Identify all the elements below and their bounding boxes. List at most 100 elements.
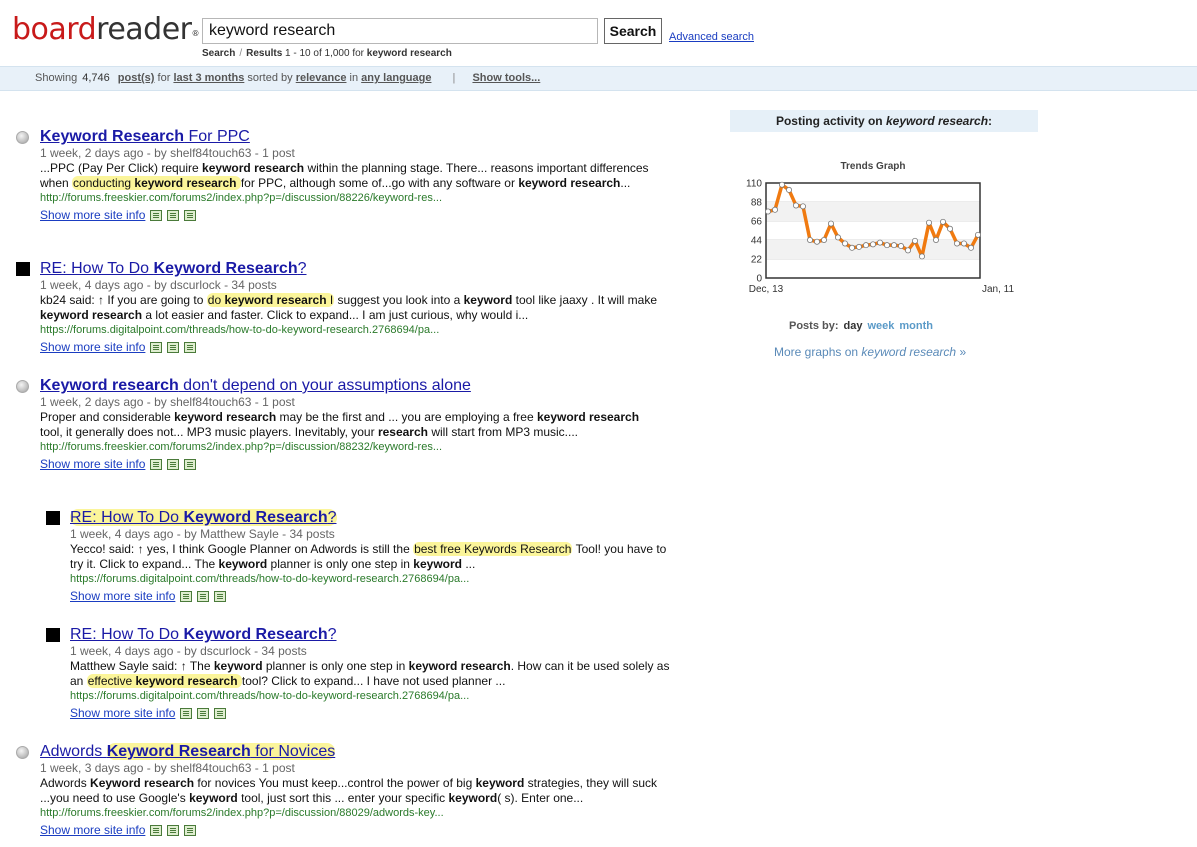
result-bullet-icon (16, 380, 29, 393)
site-info-icon[interactable] (180, 708, 193, 720)
result-url: http://forums.freeskier.com/forums2/inde… (40, 192, 442, 204)
site-info-icon[interactable] (150, 459, 163, 471)
more-graphs-link[interactable]: More graphs on keyword research » (774, 345, 966, 359)
sort-link[interactable]: relevance (296, 72, 347, 84)
site-info-icon[interactable] (150, 210, 163, 222)
result-title-link[interactable]: Keyword Research For PPC (40, 127, 700, 146)
data-point (974, 231, 981, 238)
site-links-icon[interactable] (184, 342, 197, 354)
posts-link[interactable]: post(s) (118, 72, 155, 84)
site-info-icon[interactable] (150, 342, 163, 354)
show-more-site-info-link[interactable]: Show more site info (40, 457, 145, 471)
site-links-icon[interactable] (214, 591, 227, 603)
search-input[interactable] (202, 18, 598, 44)
show-more-site-info-link[interactable]: Show more site info (70, 706, 175, 720)
trends-graph: Trends Graph 0 22 44 66 88 110 Dec, 13 Jan, 11 (735, 155, 1015, 305)
result-title-link[interactable]: Adwords Keyword Research for Novices (40, 742, 700, 761)
result-bullet-icon (16, 746, 29, 759)
data-point (911, 237, 918, 244)
show-more-site-info-link[interactable]: Show more site info (40, 340, 145, 354)
site-links-icon[interactable] (184, 825, 197, 837)
result-snippet: Yecco! said: ↑ yes, I think Google Plann… (70, 542, 667, 571)
result-snippet: Matthew Sayle said: ↑ The keyword planne… (70, 659, 670, 688)
result-title-link[interactable]: RE: How To Do Keyword Research? (40, 259, 700, 278)
result-url: https://forums.digitalpoint.com/threads/… (40, 324, 440, 336)
data-point (828, 220, 835, 227)
data-point (925, 219, 932, 226)
trends-graph-svg: Trends Graph 0 22 44 66 88 110 Dec, 13 Jan, 11 (746, 161, 1014, 295)
site-links-icon[interactable] (184, 459, 197, 471)
data-point (779, 181, 786, 188)
data-point (890, 242, 897, 249)
site-stats-icon[interactable] (167, 825, 180, 837)
search-result: Adwords Keyword Research for Novices 1 w… (40, 742, 700, 838)
data-point (960, 240, 967, 247)
search-result-nested: RE: How To Do Keyword Research? 1 week, … (70, 508, 730, 604)
show-more-site-info-link[interactable]: Show more site info (70, 589, 175, 603)
language-link[interactable]: any language (361, 72, 431, 84)
posts-by-month[interactable]: month (899, 320, 933, 332)
data-point (786, 186, 793, 193)
site-links-icon[interactable] (214, 708, 227, 720)
data-point (772, 206, 779, 213)
show-more-site-info-link[interactable]: Show more site info (40, 823, 145, 837)
data-point (814, 238, 821, 245)
site-info-icon[interactable] (150, 825, 163, 837)
data-point (939, 218, 946, 225)
result-meta: 1 week, 2 days ago - by shelf84touch63 -… (40, 395, 295, 409)
site-stats-icon[interactable] (167, 459, 180, 471)
site-links-icon[interactable] (184, 210, 197, 222)
result-snippet: ...PPC (Pay Per Click) require keyword r… (40, 161, 649, 190)
date-range-link[interactable]: last 3 months (173, 72, 244, 84)
data-point (856, 243, 863, 250)
data-point (953, 240, 960, 247)
result-meta: 1 week, 4 days ago - by dscurlock - 34 p… (70, 644, 307, 658)
header: boardreader® Search Advanced search Sear… (0, 0, 1197, 66)
search-result: Keyword Research For PPC 1 week, 2 days … (40, 127, 700, 223)
result-snippet: Adwords Keyword research for novices You… (40, 776, 657, 805)
data-point (932, 237, 939, 244)
site-stats-icon[interactable] (167, 342, 180, 354)
result-title-link[interactable]: RE: How To Do Keyword Research? (70, 625, 730, 644)
posts-by-day[interactable]: day (844, 320, 863, 332)
y-tick-label: 22 (751, 255, 763, 266)
data-point (764, 208, 771, 215)
show-tools-link[interactable]: Show tools... (472, 72, 540, 84)
result-title-link[interactable]: Keyword research don't depend on your as… (40, 376, 700, 395)
result-bullet-icon (46, 511, 60, 525)
y-tick-label: 44 (751, 236, 763, 247)
data-point (904, 247, 911, 254)
search-button[interactable]: Search (604, 18, 662, 44)
posts-by-controls: Posts by: day week month (789, 320, 934, 332)
search-result: Keyword research don't depend on your as… (40, 376, 700, 472)
result-bullet-icon (16, 131, 29, 144)
site-stats-icon[interactable] (197, 708, 210, 720)
y-tick-label: 66 (751, 217, 763, 228)
site-info-icon[interactable] (180, 591, 193, 603)
y-tick-label: 0 (756, 274, 762, 285)
site-stats-icon[interactable] (197, 591, 210, 603)
result-bullet-icon (16, 262, 30, 276)
x-tick-label: Jan, 11 (982, 284, 1014, 295)
posting-activity-header: Posting activity on keyword research: (730, 110, 1038, 132)
result-bullet-icon (46, 628, 60, 642)
post-count: 4,746 (82, 72, 110, 84)
y-tick-label: 110 (746, 179, 762, 190)
show-more-site-info-link[interactable]: Show more site info (40, 208, 145, 222)
result-url: http://forums.freeskier.com/forums2/inde… (40, 441, 442, 453)
result-snippet: kb24 said: ↑ If you are going to do keyw… (40, 293, 658, 322)
boardreader-logo[interactable]: boardreader® (12, 12, 199, 48)
result-meta: 1 week, 2 days ago - by shelf84touch63 -… (40, 146, 295, 160)
posts-by-week[interactable]: week (867, 320, 894, 332)
result-title-link[interactable]: RE: How To Do Keyword Research? (70, 508, 730, 527)
data-point (821, 237, 828, 244)
data-point (793, 202, 800, 209)
data-point (807, 237, 814, 244)
advanced-search-link[interactable]: Advanced search (669, 31, 754, 43)
result-url: https://forums.digitalpoint.com/threads/… (70, 690, 470, 702)
data-point (967, 244, 974, 251)
data-point (897, 243, 904, 250)
site-stats-icon[interactable] (167, 210, 180, 222)
breadcrumb: Search / Results 1 - 10 of 1,000 for keywo… (202, 48, 452, 59)
data-point (849, 244, 856, 251)
